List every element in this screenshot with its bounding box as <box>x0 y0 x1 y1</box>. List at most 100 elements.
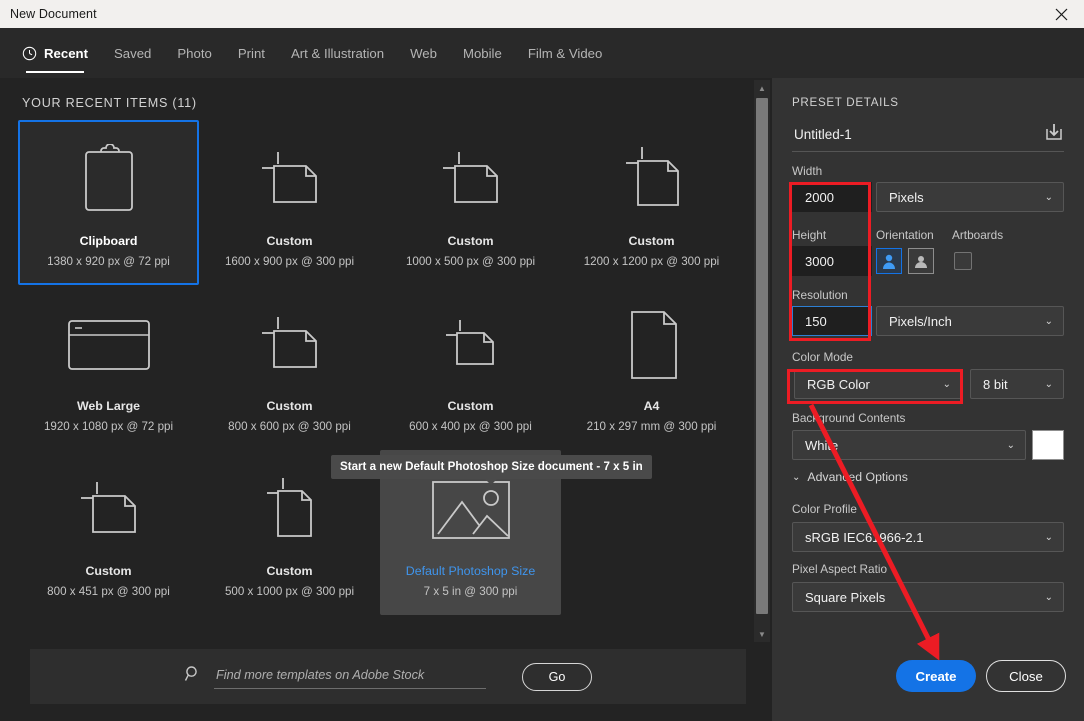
chevron-down-icon: ⌄ <box>942 378 951 390</box>
page-portrait-icon <box>592 293 712 397</box>
resolution-unit-value: Pixels/Inch <box>889 313 952 329</box>
chevron-down-icon: ⌄ <box>1006 439 1015 451</box>
title-bar: New Document <box>0 0 1084 28</box>
recent-item-name: Web Large <box>76 399 141 413</box>
custom-doc-square-icon <box>592 128 712 232</box>
scrollbar-thumb[interactable] <box>756 98 768 614</box>
tab-label: Film & Video <box>527 45 603 61</box>
height-label: Height <box>792 228 827 242</box>
recent-item-name: Custom <box>447 234 494 248</box>
color-mode-label: Color Mode <box>792 350 853 364</box>
artboards-checkbox[interactable] <box>954 252 972 270</box>
recent-item-name: Clipboard <box>79 234 138 248</box>
recent-item-custom-600x400[interactable]: Custom 600 x 400 px @ 300 ppi <box>380 285 561 450</box>
save-preset-icon[interactable] <box>1044 122 1064 147</box>
preset-details-panel: PRESET DETAILS Width Pixels ⌄ Height Ori… <box>772 78 1084 721</box>
custom-doc-landscape-icon <box>411 293 531 397</box>
recent-item-size: 1200 x 1200 px @ 300 ppi <box>583 255 720 268</box>
document-name-input[interactable] <box>792 127 1012 146</box>
recent-item-name: Custom <box>628 234 675 248</box>
recent-item-custom-1600x900[interactable]: Custom 1600 x 900 px @ 300 ppi <box>199 120 380 285</box>
tab-label: Photo <box>177 45 212 61</box>
chevron-down-icon: ⌄ <box>792 471 801 483</box>
clock-icon <box>22 46 37 61</box>
resolution-label: Resolution <box>792 288 848 302</box>
recent-item-custom-1000x500[interactable]: Custom 1000 x 500 px @ 300 ppi <box>380 120 561 285</box>
landscape-orientation-icon[interactable] <box>908 248 934 274</box>
recent-items-pane: YOUR RECENT ITEMS (11) Clipboard 1380 x … <box>0 78 772 643</box>
tab-mobile[interactable]: Mobile <box>463 28 502 78</box>
width-input[interactable] <box>792 182 872 212</box>
custom-doc-landscape-icon <box>411 128 531 232</box>
background-contents-label: Background Contents <box>792 411 906 425</box>
scroll-down-icon[interactable]: ▼ <box>754 626 770 642</box>
tab-label: Art & Illustration <box>290 45 385 61</box>
recent-item-name: Custom <box>85 564 132 578</box>
width-unit-select[interactable]: Pixels ⌄ <box>876 182 1064 212</box>
recent-item-size: 800 x 451 px @ 300 ppi <box>47 585 170 598</box>
create-button[interactable]: Create <box>896 660 976 692</box>
background-contents-select[interactable]: White ⌄ <box>792 430 1026 460</box>
tab-photo[interactable]: Photo <box>177 28 211 78</box>
width-unit-value: Pixels <box>889 189 924 205</box>
go-button[interactable]: Go <box>522 662 592 691</box>
recent-item-clipboard[interactable]: Clipboard 1380 x 920 px @ 72 ppi <box>18 120 199 285</box>
resolution-input[interactable] <box>792 306 872 336</box>
advanced-options-toggle[interactable]: ⌄ Advanced Options <box>792 470 908 484</box>
chevron-down-icon: ⌄ <box>1044 378 1053 390</box>
tab-label: Print <box>237 45 265 61</box>
color-profile-value: sRGB IEC61966-2.1 <box>805 529 924 545</box>
background-color-swatch[interactable] <box>1032 430 1064 460</box>
resolution-unit-select[interactable]: Pixels/Inch ⌄ <box>876 306 1064 336</box>
chevron-down-icon: ⌄ <box>1044 315 1053 327</box>
advanced-options-label: Advanced Options <box>807 470 908 484</box>
recent-item-custom-800x451[interactable]: Custom 800 x 451 px @ 300 ppi <box>18 450 199 615</box>
recent-item-size: 7 x 5 in @ 300 ppi <box>423 585 518 598</box>
search-icon <box>184 665 202 688</box>
custom-doc-landscape-icon <box>230 293 350 397</box>
recent-item-web-large[interactable]: Web Large 1920 x 1080 px @ 72 ppi <box>18 285 199 450</box>
close-icon[interactable] <box>1038 0 1084 28</box>
recent-item-size: 210 x 297 mm @ 300 ppi <box>586 420 717 433</box>
new-document-dialog: New Document Recent Saved Photo Print Ar… <box>0 0 1084 721</box>
tab-print[interactable]: Print <box>238 28 265 78</box>
color-profile-select[interactable]: sRGB IEC61966-2.1 ⌄ <box>792 522 1064 552</box>
height-input[interactable] <box>792 246 872 276</box>
recent-item-custom-1200x1200[interactable]: Custom 1200 x 1200 px @ 300 ppi <box>561 120 742 285</box>
search-input[interactable] <box>214 664 486 689</box>
orientation-label: Orientation <box>876 228 934 242</box>
pixel-aspect-ratio-label: Pixel Aspect Ratio <box>792 562 888 576</box>
recent-item-name: Custom <box>447 399 494 413</box>
browser-window-icon <box>49 293 169 397</box>
tab-label: Saved <box>113 45 152 61</box>
color-mode-select[interactable]: RGB Color ⌄ <box>794 369 962 399</box>
recent-item-size: 1000 x 500 px @ 300 ppi <box>405 255 536 268</box>
tab-web[interactable]: Web <box>410 28 437 78</box>
tab-recent[interactable]: Recent <box>22 28 88 78</box>
color-profile-label: Color Profile <box>792 502 857 516</box>
chevron-down-icon: ⌄ <box>1044 191 1053 203</box>
tab-label: Web <box>410 45 437 61</box>
recent-item-custom-800x600[interactable]: Custom 800 x 600 px @ 300 ppi <box>199 285 380 450</box>
recent-item-a4[interactable]: A4 210 x 297 mm @ 300 ppi <box>561 285 742 450</box>
tab-film-video[interactable]: Film & Video <box>528 28 603 78</box>
recent-item-size: 1600 x 900 px @ 300 ppi <box>224 255 355 268</box>
portrait-orientation-icon[interactable] <box>876 248 902 274</box>
recent-item-size: 1920 x 1080 px @ 72 ppi <box>43 420 174 433</box>
custom-doc-landscape-icon <box>230 128 350 232</box>
close-button[interactable]: Close <box>986 660 1066 692</box>
bit-depth-select[interactable]: 8 bit ⌄ <box>970 369 1064 399</box>
tab-label: Recent <box>44 45 88 61</box>
template-tooltip: Start a new Default Photoshop Size docum… <box>331 455 652 485</box>
tab-saved[interactable]: Saved <box>114 28 151 78</box>
scroll-up-icon[interactable]: ▲ <box>754 80 770 96</box>
recent-items-scrollbar[interactable]: ▲ ▼ <box>754 80 770 642</box>
clipboard-icon <box>49 128 169 232</box>
tab-art-illustration[interactable]: Art & Illustration <box>291 28 384 78</box>
preset-details-heading: PRESET DETAILS <box>792 96 899 109</box>
category-tab-bar: Recent Saved Photo Print Art & Illustrat… <box>0 28 1084 78</box>
artboards-label: Artboards <box>952 228 1004 242</box>
document-name-row <box>792 122 1064 152</box>
recent-item-size: 500 x 1000 px @ 300 ppi <box>224 585 355 598</box>
pixel-aspect-ratio-select[interactable]: Square Pixels ⌄ <box>792 582 1064 612</box>
